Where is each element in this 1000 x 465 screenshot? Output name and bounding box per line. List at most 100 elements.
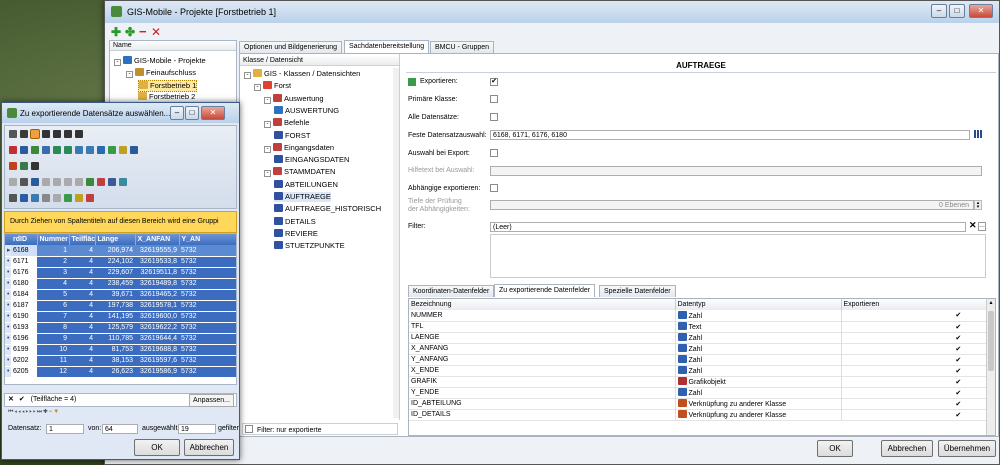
field-row[interactable]: ID_DETAILS Verknüpfung zu anderer Klasse ✔ xyxy=(409,409,987,420)
toolbar-icon[interactable] xyxy=(119,178,127,186)
class-tree-node[interactable]: FORST xyxy=(274,130,310,141)
toolbar-icon[interactable] xyxy=(9,146,17,154)
class-tree-node[interactable]: DETAILS xyxy=(274,216,316,227)
class-tree-node[interactable]: - Befehle xyxy=(264,118,309,129)
nav-next-page-button[interactable]: ▸▸ xyxy=(29,409,36,415)
field-row[interactable]: Y_ANFANG Zahl ✔ xyxy=(409,354,987,365)
export-checkbox[interactable]: ✔ xyxy=(490,78,498,86)
fields-scrollbar[interactable]: ▴ xyxy=(986,299,995,435)
class-tree-node[interactable]: - STAMMDATEN xyxy=(264,167,335,178)
clear-filter-icon[interactable]: ✕ xyxy=(969,220,977,231)
field-row[interactable]: GRAFIK Grafikobjekt ✔ xyxy=(409,376,987,387)
toolbar-icon[interactable] xyxy=(64,178,72,186)
tab-bmcu[interactable]: BMCU - Gruppen xyxy=(430,41,495,53)
record-row[interactable]: • 6199 10 4 81,753 32619688,8 5732 xyxy=(5,344,236,355)
toolbar-icon[interactable] xyxy=(31,178,39,186)
toolbar-icon[interactable] xyxy=(31,194,39,202)
toolbar-icon[interactable] xyxy=(97,146,105,154)
class-tree-node[interactable]: AUSWERTUNG xyxy=(274,105,339,116)
filter-more-button[interactable]: … xyxy=(978,222,986,231)
record-row[interactable]: • 6176 3 4 229,607 32619511,8 5732 xyxy=(5,267,236,278)
toolbar-icon[interactable] xyxy=(20,162,28,170)
toolbar-icon[interactable] xyxy=(86,146,94,154)
all-records-checkbox[interactable] xyxy=(490,113,498,121)
class-tree-node[interactable]: - Eingangsdaten xyxy=(264,142,334,153)
export-checkbox[interactable]: ✔ xyxy=(841,321,987,332)
close-button[interactable]: ✕ xyxy=(969,4,993,18)
record-row[interactable]: ▸ 6168 1 4 206,974 32619555,9 5732 xyxy=(5,245,236,256)
dialog-maximize-button[interactable]: □ xyxy=(185,106,199,120)
toolbar-icon[interactable] xyxy=(86,194,94,202)
filter-only-exported[interactable]: Filter: nur exportierte xyxy=(242,423,398,435)
field-row[interactable]: NUMMER Zahl ✔ xyxy=(409,310,987,321)
tree-node[interactable]: Forstbetrieb 1 xyxy=(138,80,198,92)
class-tree-node[interactable]: AUFTRAEGE xyxy=(274,192,331,202)
toolbar-icon[interactable] xyxy=(75,178,83,186)
subtab-0[interactable]: Koordinaten-Datenfelder xyxy=(408,285,495,297)
column-header[interactable]: Exportieren xyxy=(841,299,988,310)
toolbar-icon[interactable] xyxy=(75,130,83,138)
tab-sachdaten[interactable]: Sachdatenbereitstellung xyxy=(344,40,430,53)
toolbar-icon[interactable] xyxy=(42,130,50,138)
record-row[interactable]: • 6184 5 4 39,671 32619465,2 5732 xyxy=(5,289,236,300)
column-header[interactable]: Y_AN xyxy=(179,234,236,245)
toolbar-icon[interactable] xyxy=(108,178,116,186)
record-row[interactable]: • 6171 2 4 224,102 32619533,8 5732 xyxy=(5,256,236,267)
dialog-ok-button[interactable]: OK xyxy=(134,439,180,456)
field-row[interactable]: X_ENDE Zahl ✔ xyxy=(409,365,987,376)
minimize-button[interactable]: – xyxy=(931,4,947,18)
filter-active-icon[interactable]: ✔ xyxy=(19,396,25,403)
field-row[interactable]: ID_ABTEILUNG Verknüpfung zu anderer Klass… xyxy=(409,398,987,409)
depth-field[interactable]: 0 Ebenen xyxy=(490,200,974,210)
maximize-button[interactable]: □ xyxy=(949,4,965,18)
class-column-header[interactable]: Klasse / Datensicht xyxy=(240,56,399,66)
record-row[interactable]: • 6180 4 4 238,459 32619489,8 5732 xyxy=(5,278,236,289)
toolbar-icon[interactable] xyxy=(42,194,50,202)
record-row[interactable]: • 6202 11 4 38,153 32619597,6 5732 xyxy=(5,355,236,366)
filter-only-checkbox[interactable] xyxy=(245,425,253,433)
toolbar-icon[interactable] xyxy=(97,178,105,186)
dialog-minimize-button[interactable]: – xyxy=(170,106,184,120)
record-field[interactable]: 1 xyxy=(46,424,84,434)
selection-on-export-checkbox[interactable] xyxy=(490,149,498,157)
class-tree-node[interactable]: REVIERE xyxy=(274,228,318,239)
class-tree-node[interactable]: ABTEILUNGEN xyxy=(274,179,338,190)
name-column-header[interactable]: Name xyxy=(110,41,236,51)
expand-toggle[interactable]: - xyxy=(126,71,133,78)
expand-toggle[interactable]: - xyxy=(114,59,121,66)
record-row[interactable]: • 6190 7 4 141,195 32619600,0 5732 xyxy=(5,311,236,322)
column-header[interactable]: Datentyp xyxy=(675,299,842,310)
toolbar-icon[interactable] xyxy=(9,130,17,138)
tree-scrollbar[interactable] xyxy=(393,68,399,418)
record-row[interactable]: • 6196 9 4 110,785 32619644,4 5732 xyxy=(5,333,236,344)
primary-class-checkbox[interactable] xyxy=(490,95,498,103)
depth-spinner[interactable]: ▴ ▾ xyxy=(974,200,982,210)
cancel-button[interactable]: Abbrechen xyxy=(881,440,933,457)
expand-toggle[interactable]: - xyxy=(264,121,271,129)
toolbar-icon[interactable] xyxy=(64,194,72,202)
help-text-field[interactable] xyxy=(490,166,982,176)
field-row[interactable]: TFL Text ✔ xyxy=(409,321,987,332)
field-row[interactable]: LAENGE Zahl ✔ xyxy=(409,332,987,343)
dialog-close-button[interactable]: ✕ xyxy=(201,106,225,120)
export-checkbox[interactable]: ✔ xyxy=(841,332,987,343)
class-tree-node[interactable]: - GIS - Klassen / Datensichten xyxy=(244,69,360,79)
toolbar-icon[interactable] xyxy=(130,146,138,154)
tree-node[interactable]: - Feinaufschluss xyxy=(126,68,196,78)
column-header[interactable]: Teilfläch xyxy=(69,234,96,245)
export-checkbox[interactable]: ✔ xyxy=(841,354,987,365)
toolbar-icon[interactable] xyxy=(31,146,39,154)
toolbar-icon[interactable] xyxy=(9,162,17,170)
group-panel[interactable]: Durch Ziehen von Spaltentiteln auf diese… xyxy=(4,211,237,233)
delete-icon[interactable]: ✕ xyxy=(151,25,161,39)
apply-button[interactable]: Übernehmen xyxy=(938,440,996,457)
toolbar-icon[interactable] xyxy=(42,146,50,154)
toolbar-icon[interactable] xyxy=(119,146,127,154)
remove-icon[interactable]: − xyxy=(139,24,147,39)
add-child-icon[interactable]: ✤ xyxy=(125,25,135,39)
nav-prev-page-button[interactable]: ◂◂ xyxy=(14,409,21,415)
subtab-1[interactable]: Zu exportierende Datenfelder xyxy=(494,284,596,297)
export-checkbox[interactable]: ✔ xyxy=(841,365,987,376)
column-header[interactable]: rdID xyxy=(11,234,38,245)
expand-toggle[interactable]: - xyxy=(244,72,251,79)
